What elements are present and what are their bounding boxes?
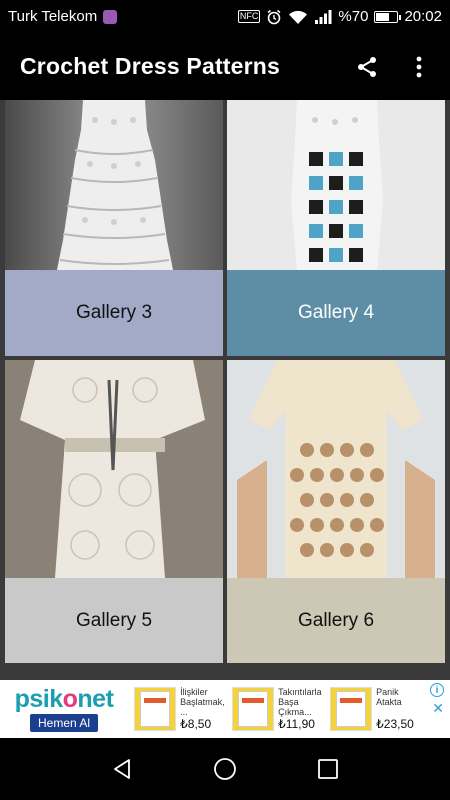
book-cover-image <box>134 687 177 731</box>
more-vert-icon <box>416 56 422 77</box>
gallery-3-photo <box>5 100 223 270</box>
book-cover-image <box>330 687 373 731</box>
gallery-grid: Gallery 3 Gallery 4 Gallery 5 Gallery 6 <box>0 100 450 680</box>
gallery-card-5[interactable]: Gallery 5 <box>5 360 223 663</box>
gallery-card-3[interactable]: Gallery 3 <box>5 100 223 356</box>
battery-fill <box>376 12 390 21</box>
notification-app-icon <box>103 9 118 24</box>
ad-cta-button[interactable]: Hemen Al <box>29 714 99 732</box>
ad-product-3[interactable]: Panik Atakta ₺23,50 <box>324 680 422 738</box>
share-button[interactable] <box>354 54 380 80</box>
ad-brand[interactable]: psikonet Hemen Al <box>0 680 128 738</box>
share-icon <box>358 56 376 77</box>
app-bar: Crochet Dress Patterns <box>0 33 450 100</box>
nav-bar <box>0 738 450 800</box>
clock: 20:02 <box>404 8 442 25</box>
app-bar-actions <box>354 54 450 80</box>
gallery-5-photo <box>5 360 223 578</box>
ad-product-2[interactable]: Takıntılarla Başa Çıkma... ₺11,90 <box>226 680 324 738</box>
battery-percent: %70 <box>338 8 369 25</box>
gallery-5-label: Gallery 5 <box>5 578 223 663</box>
screen: Turk Telekom NFC %70 20:02 Crochet Dress… <box>0 0 450 800</box>
back-icon <box>113 759 130 779</box>
ad-logo: psikonet <box>14 685 114 713</box>
recents-icon <box>318 759 339 779</box>
ad-product-price: ₺11,90 <box>278 717 315 731</box>
ad-product-name: Panik Atakta <box>376 687 402 707</box>
gallery-4-label: Gallery 4 <box>227 270 445 356</box>
ad-product-name: İlişkiler Başlatmak, ... <box>180 687 225 717</box>
ad-banner[interactable]: psikonet Hemen Al İlişkiler Başlatmak, .… <box>0 680 450 738</box>
signal-icon <box>315 9 332 24</box>
gallery-6-label: Gallery 6 <box>227 578 445 663</box>
home-icon <box>214 758 236 780</box>
gallery-3-label: Gallery 3 <box>5 270 223 356</box>
wifi-icon <box>289 10 308 24</box>
back-button[interactable] <box>109 756 135 782</box>
carrier-name: Turk Telekom <box>8 8 98 25</box>
overflow-menu-button[interactable] <box>406 54 432 80</box>
carrier-group: Turk Telekom <box>8 8 118 25</box>
ad-product-price: ₺23,50 <box>376 717 414 731</box>
book-cover-image <box>232 687 275 731</box>
ad-product-1[interactable]: İlişkiler Başlatmak, ... ₺8,50 <box>128 680 226 738</box>
battery-icon <box>374 10 402 23</box>
gallery-6-photo <box>227 360 445 578</box>
ad-close-icon[interactable]: ✕ <box>432 700 444 717</box>
status-bar: Turk Telekom NFC %70 20:02 <box>0 0 450 33</box>
recents-button[interactable] <box>315 756 341 782</box>
nfc-icon: NFC <box>237 10 261 23</box>
status-icons: NFC %70 20:02 <box>237 8 442 25</box>
ad-product-price: ₺8,50 <box>180 717 212 731</box>
ad-info-icon[interactable]: i <box>430 683 444 697</box>
alarm-icon <box>267 9 281 24</box>
gallery-card-6[interactable]: Gallery 6 <box>227 360 445 663</box>
gallery-card-4[interactable]: Gallery 4 <box>227 100 445 356</box>
home-button[interactable] <box>212 756 238 782</box>
gallery-4-photo <box>227 100 445 270</box>
app-title: Crochet Dress Patterns <box>20 53 281 79</box>
ad-product-name: Takıntılarla Başa Çıkma... <box>278 687 322 717</box>
